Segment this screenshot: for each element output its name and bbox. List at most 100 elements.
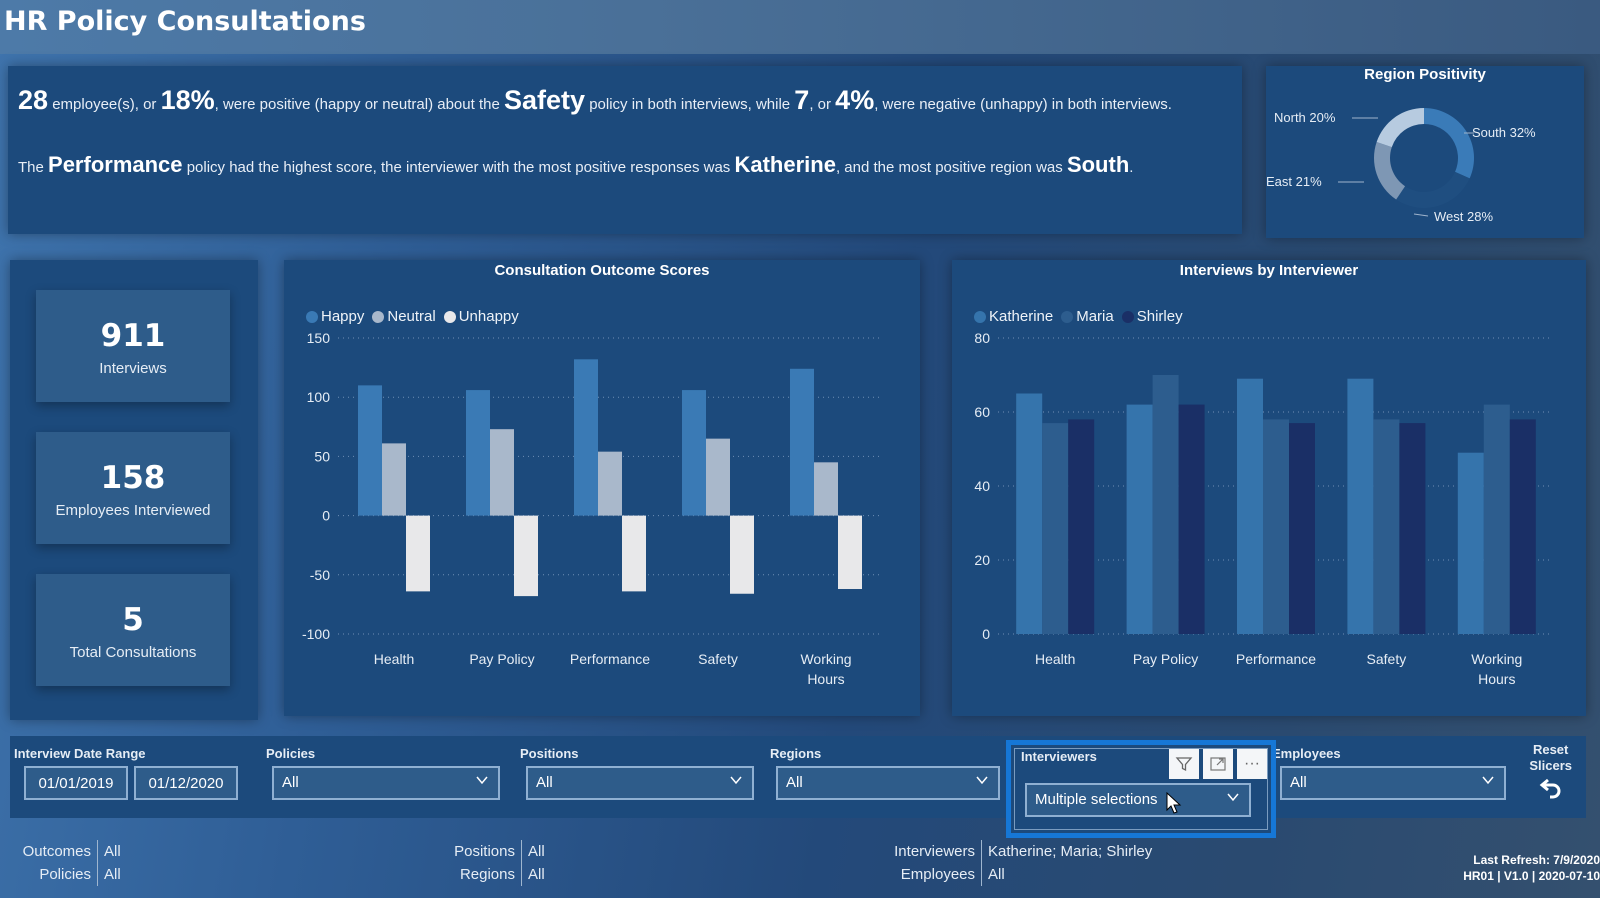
bar-maria[interactable] xyxy=(1152,375,1179,634)
bar-maria[interactable] xyxy=(1483,404,1510,634)
filter-key: Positions xyxy=(446,840,522,863)
bar-katherine[interactable] xyxy=(1126,404,1153,634)
top-region: South xyxy=(1066,151,1130,177)
x-tick-label: Pay Policy xyxy=(1133,651,1198,667)
slicer-bar: Interview Date Range 01/01/2019 01/12/20… xyxy=(10,736,1586,818)
outcome-scores-chart: 150 100 50 0 -50 -100 Health Pay Policy Performa… xyxy=(302,330,880,687)
filter-button[interactable] xyxy=(1169,749,1199,779)
reset-label: Reset xyxy=(1532,742,1569,757)
kpi-value: 5 xyxy=(122,602,144,638)
bar-unhappy[interactable] xyxy=(622,515,646,592)
kpi-card-employees: 158 Employees Interviewed xyxy=(36,432,230,544)
regions-dropdown[interactable]: All xyxy=(776,766,1000,800)
bar-shirley[interactable] xyxy=(1509,419,1536,634)
footer-filters-right: Interviewers Katherine; Maria; Shirley Em… xyxy=(886,840,1152,886)
filter-key: Employees xyxy=(886,863,982,886)
summary-text: , or xyxy=(809,96,836,113)
interviews-chart: 80 60 40 20 0 Health Pay Policy Performance Safe… xyxy=(974,330,1552,687)
filter-icon xyxy=(1175,757,1193,772)
x-tick-label: Safety xyxy=(698,651,738,667)
x-tick-label: Health xyxy=(374,651,414,667)
x-tick-label: Pay Policy xyxy=(469,651,534,667)
donut-label-north: North 20% xyxy=(1274,110,1336,125)
bar-happy[interactable] xyxy=(682,390,706,516)
region-donut-chart xyxy=(1338,108,1474,217)
y-tick-label: 100 xyxy=(307,389,331,405)
x-tick-label: Performance xyxy=(570,651,650,667)
bar-shirley[interactable] xyxy=(1399,423,1426,634)
last-refresh: Last Refresh: 7/9/2020 xyxy=(1473,853,1600,867)
dropdown-value: All xyxy=(786,774,803,791)
kpi-card-consultations: 5 Total Consultations xyxy=(36,574,230,686)
donut-slice-south[interactable] xyxy=(1424,108,1474,179)
summary-text: policy had the highest score, the interv… xyxy=(182,158,735,176)
bar-neutral[interactable] xyxy=(598,451,622,516)
chevron-down-icon xyxy=(976,776,988,785)
bar-neutral[interactable] xyxy=(706,438,730,516)
interviewers-dropdown[interactable]: Multiple selections xyxy=(1025,783,1251,817)
bar-maria[interactable] xyxy=(1263,419,1289,634)
summary-text: policy in both interviews, while xyxy=(585,96,795,113)
bar-shirley[interactable] xyxy=(1289,423,1315,634)
outcome-scores-chart-panel: Consultation Outcome Scores Happy Neutra… xyxy=(284,260,920,716)
leader-line xyxy=(1413,213,1429,217)
x-tick-label: Performance xyxy=(1236,651,1316,667)
summary-text: . xyxy=(1129,158,1134,176)
policies-dropdown[interactable]: All xyxy=(272,766,500,800)
negative-count: 7 xyxy=(794,85,810,115)
bar-unhappy[interactable] xyxy=(730,515,754,594)
dropdown-value: All xyxy=(282,774,299,791)
bar-maria[interactable] xyxy=(1373,419,1400,634)
bar-unhappy[interactable] xyxy=(406,515,430,592)
bar-neutral[interactable] xyxy=(382,443,406,516)
donut-slice-east[interactable] xyxy=(1374,141,1406,200)
y-tick-label: 60 xyxy=(974,404,990,420)
bar-happy[interactable] xyxy=(466,390,490,516)
bar-happy[interactable] xyxy=(790,368,814,516)
bar-unhappy[interactable] xyxy=(838,515,862,590)
bar-shirley[interactable] xyxy=(1178,404,1205,634)
positions-dropdown[interactable]: All xyxy=(526,766,754,800)
footer-filters-left: Outcomes All Policies All xyxy=(8,840,121,886)
bar-katherine[interactable] xyxy=(1457,452,1484,634)
donut-label-east: East 21% xyxy=(1266,174,1322,189)
negative-pct: 4% xyxy=(835,85,875,115)
bar-katherine[interactable] xyxy=(1016,393,1043,635)
more-options-button[interactable]: ··· xyxy=(1237,749,1267,779)
bar-neutral[interactable] xyxy=(490,429,514,516)
dropdown-value: All xyxy=(536,774,553,791)
footer-filter-row: Positions All xyxy=(446,840,545,863)
bar-happy[interactable] xyxy=(574,359,598,516)
chevron-down-icon xyxy=(476,776,488,785)
bar-neutral[interactable] xyxy=(814,462,838,516)
positive-pct: 18% xyxy=(160,85,215,115)
footer-filter-row: Policies All xyxy=(8,863,121,886)
bar-maria[interactable] xyxy=(1042,423,1069,634)
x-tick-label: Hours xyxy=(807,671,844,687)
filter-key: Regions xyxy=(446,863,522,886)
focus-mode-button[interactable] xyxy=(1203,749,1233,779)
reset-slicers-button[interactable]: Reset Slicers xyxy=(1529,742,1572,803)
date-end-input[interactable]: 01/12/2020 xyxy=(134,766,238,800)
y-tick-label: 0 xyxy=(322,508,330,524)
bar-happy[interactable] xyxy=(358,385,382,516)
donut-slice-north[interactable] xyxy=(1376,108,1424,148)
kpi-value: 911 xyxy=(100,318,166,354)
summary-panel: 28 employee(s), or 18%, were positive (h… xyxy=(8,66,1242,234)
policies-label: Policies xyxy=(266,746,316,761)
bar-unhappy[interactable] xyxy=(514,515,538,597)
bar-katherine[interactable] xyxy=(1237,378,1263,634)
donut-slice-west[interactable] xyxy=(1396,171,1470,208)
summary-text: The xyxy=(18,158,49,176)
regions-label: Regions xyxy=(770,746,822,761)
date-start-input[interactable]: 01/01/2019 xyxy=(24,766,128,800)
chevron-down-icon xyxy=(1227,793,1239,802)
interviewers-slicer[interactable]: Interviewers ··· Multiple selections xyxy=(1006,740,1276,838)
employees-dropdown[interactable]: All xyxy=(1280,766,1506,800)
footer-filter-row: Regions All xyxy=(446,863,545,886)
date-range-label: Interview Date Range xyxy=(14,746,146,761)
y-tick-label: 40 xyxy=(974,478,990,494)
filter-value: All xyxy=(988,866,1005,883)
bar-shirley[interactable] xyxy=(1068,419,1095,634)
bar-katherine[interactable] xyxy=(1347,378,1374,634)
